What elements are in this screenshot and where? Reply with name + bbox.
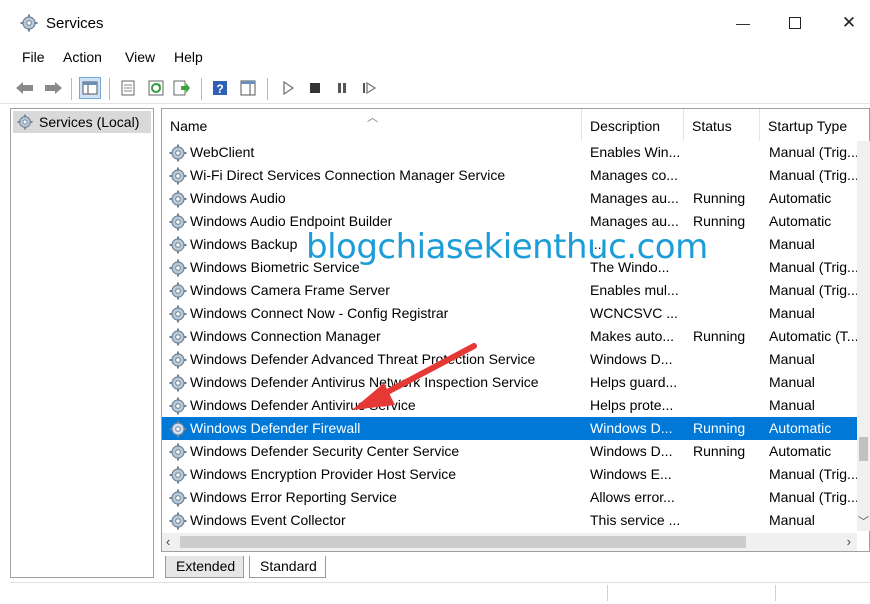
annotation-arrow-icon (352, 343, 477, 410)
